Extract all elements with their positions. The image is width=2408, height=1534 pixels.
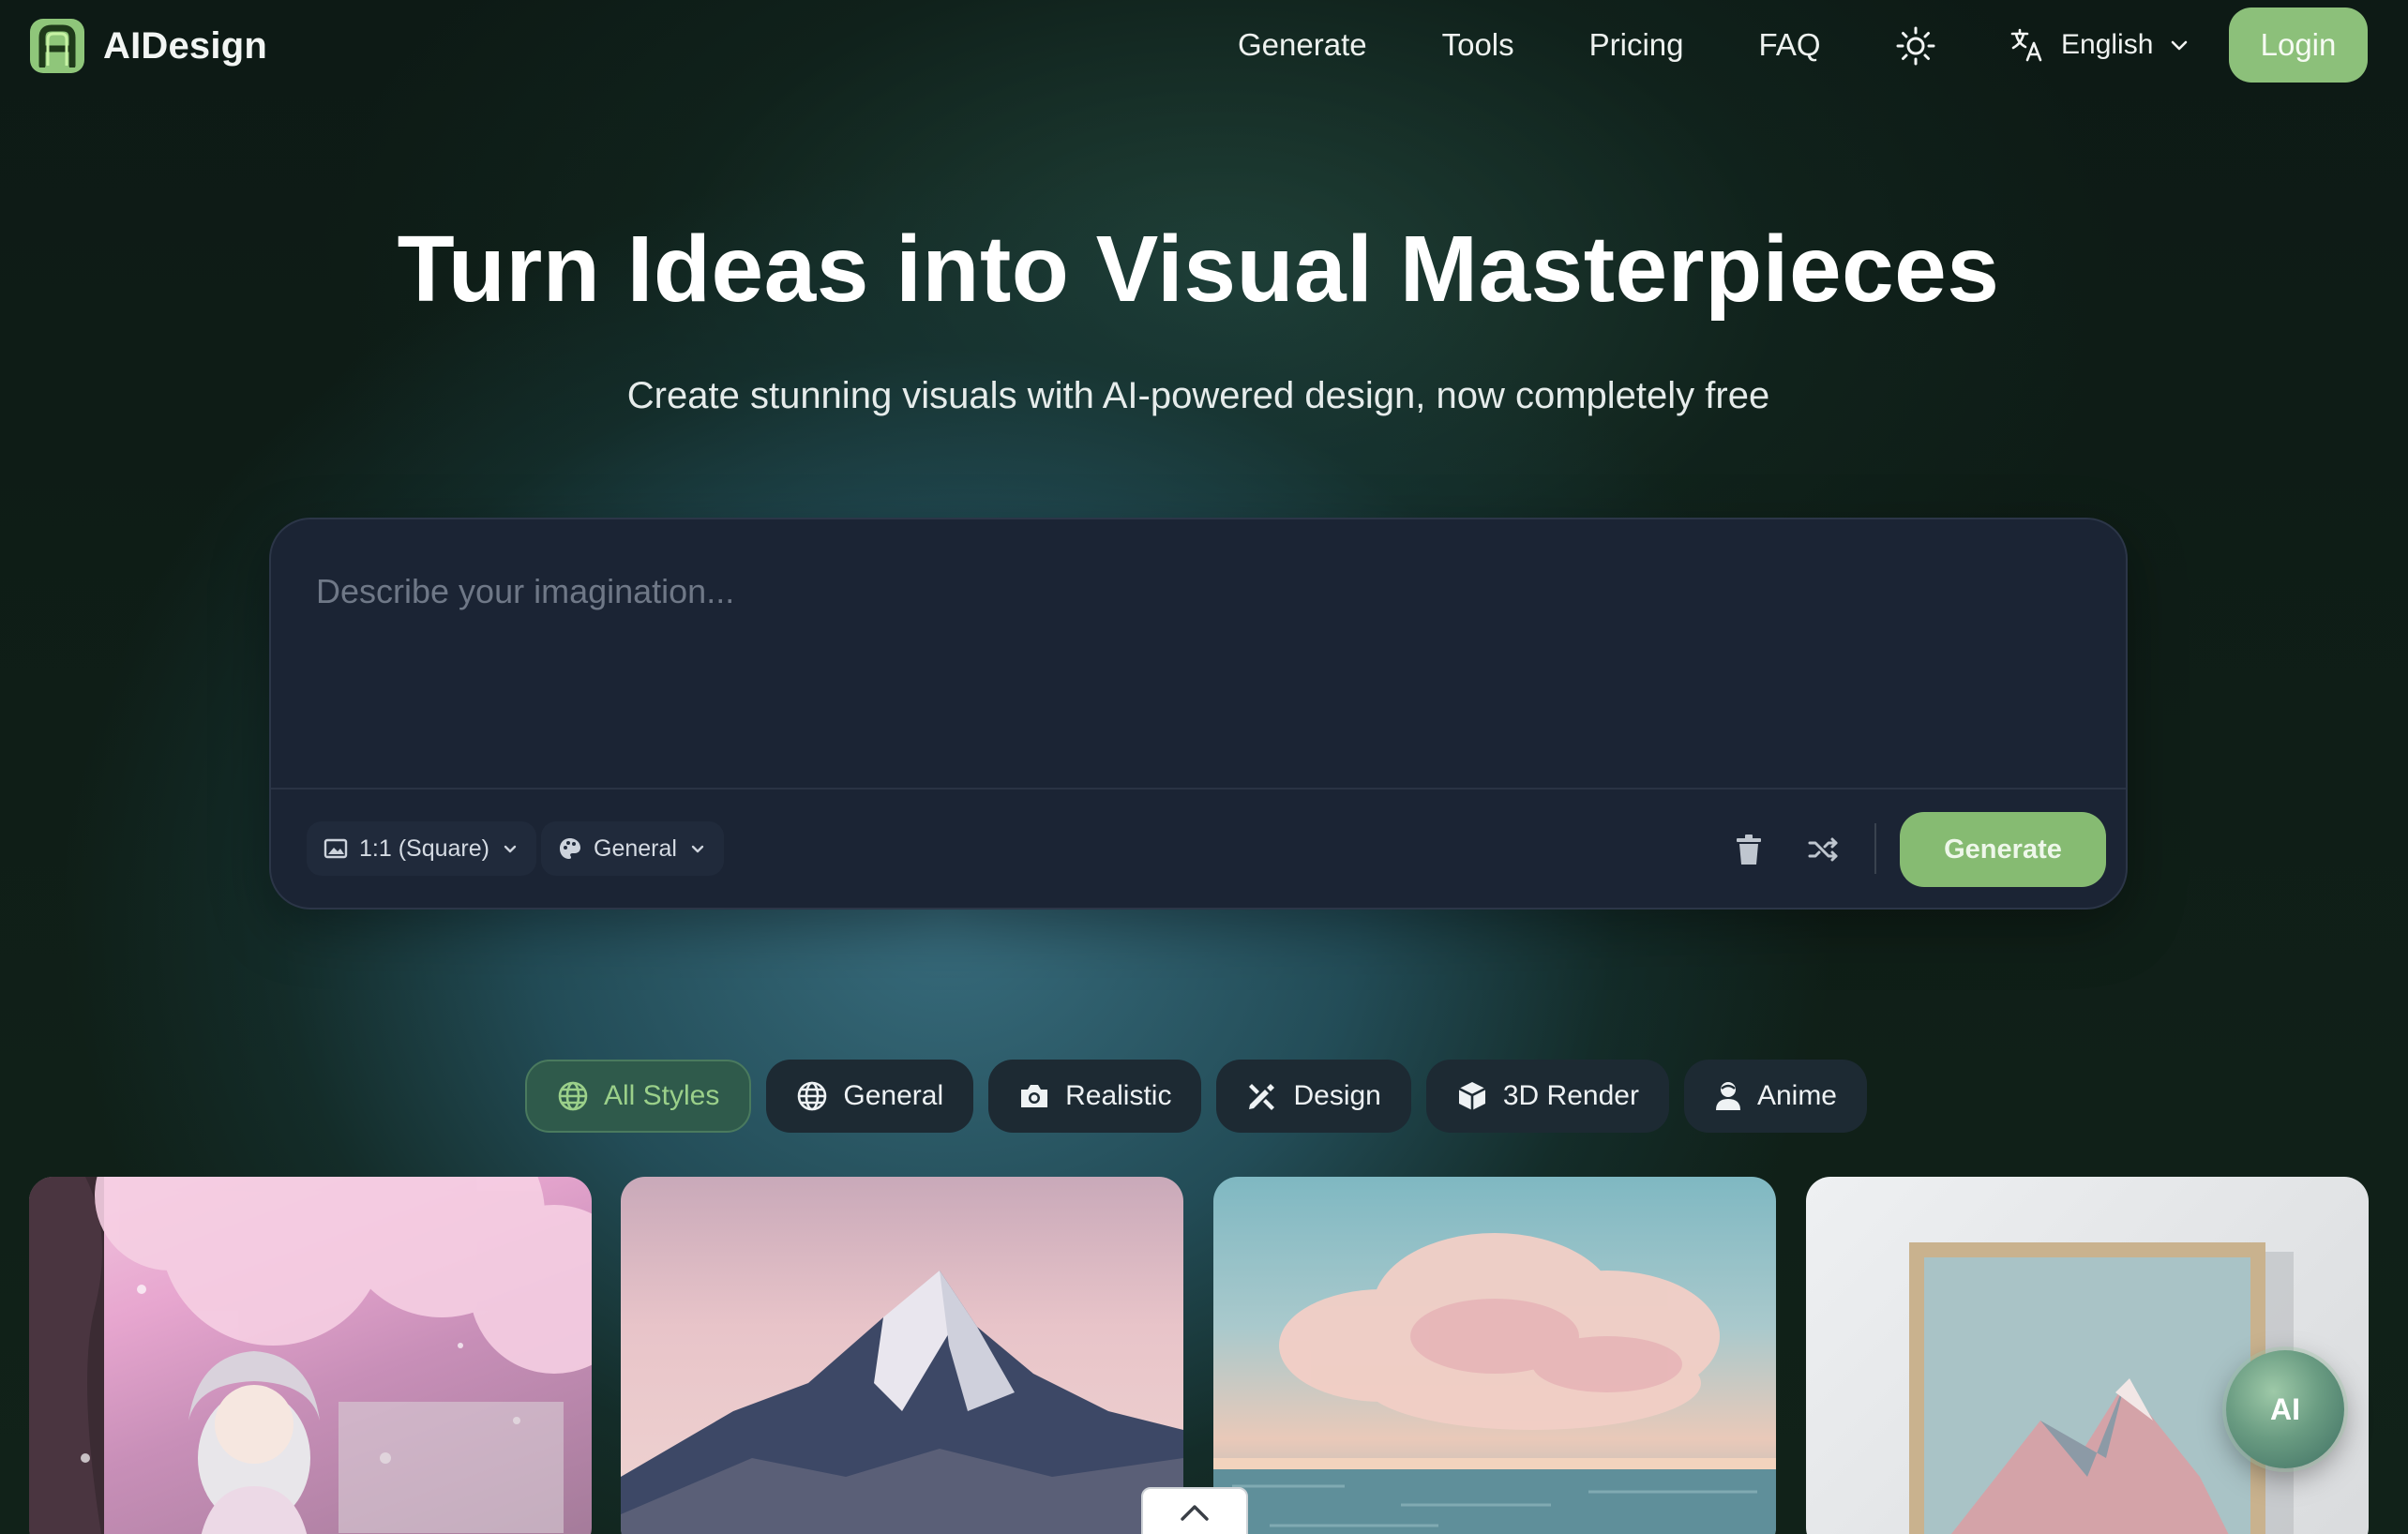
- gallery-card-ocean-clouds[interactable]: [1213, 1177, 1776, 1534]
- chevron-down-icon: [2172, 40, 2188, 51]
- top-nav: AIDesign Generate Tools Pricing FAQ Engl…: [0, 0, 2408, 90]
- gallery-card-mountain-dusk[interactable]: [621, 1177, 1183, 1534]
- nav-link-pricing[interactable]: Pricing: [1589, 27, 1684, 63]
- chevron-down-icon: [504, 845, 517, 853]
- tab-label: Anime: [1756, 1080, 1837, 1111]
- prompt-toolbar: 1:1 (Square) General Generate: [271, 790, 2126, 908]
- chevron-down-icon: [691, 845, 704, 853]
- globe-icon: [798, 1081, 827, 1111]
- tab-anime[interactable]: Anime: [1683, 1060, 1867, 1133]
- gallery-image: [621, 1271, 1183, 1534]
- prompt-input[interactable]: [271, 519, 2126, 788]
- aspect-ratio-label: 1:1 (Square): [359, 835, 489, 862]
- tab-label: Design: [1293, 1080, 1381, 1111]
- theme-toggle-button[interactable]: [1894, 24, 1937, 68]
- tab-design[interactable]: Design: [1216, 1060, 1411, 1133]
- style-label: General: [594, 835, 677, 862]
- tab-label: General: [843, 1080, 944, 1111]
- sun-icon: [1896, 26, 1935, 66]
- translate-icon: [2010, 28, 2042, 62]
- trash-icon: [1737, 835, 1761, 865]
- gallery-image: [1213, 1233, 1776, 1534]
- tab-label: All Styles: [604, 1080, 720, 1111]
- cube-icon: [1458, 1082, 1486, 1110]
- hero-title: Turn Ideas into Visual Masterpieces: [397, 217, 2000, 322]
- brand-name: AIDesign: [103, 24, 267, 67]
- image-icon: [324, 838, 348, 859]
- logo-icon: [30, 19, 84, 73]
- clear-prompt-button[interactable]: [1730, 831, 1768, 868]
- camera-icon: [1021, 1085, 1048, 1107]
- style-select[interactable]: General: [541, 821, 724, 876]
- tab-label: 3D Render: [1502, 1080, 1639, 1111]
- design-tools-icon: [1249, 1084, 1275, 1110]
- brand-logo[interactable]: AIDesign: [30, 19, 267, 73]
- toolbar-separator: [1874, 823, 1876, 874]
- anime-user-icon: [1715, 1082, 1740, 1110]
- nav-link-tools[interactable]: Tools: [1442, 27, 1514, 63]
- login-button[interactable]: Login: [2229, 8, 2368, 83]
- chevron-up-icon: [1181, 1505, 1209, 1521]
- hero-subtitle: Create stunning visuals with AI-powered …: [626, 375, 1770, 416]
- gallery-card-anime-blossom[interactable]: [29, 1177, 592, 1534]
- scroll-to-top-button[interactable]: [1141, 1487, 1248, 1534]
- logo-letter-icon: [38, 24, 76, 68]
- globe-icon: [558, 1081, 588, 1111]
- aspect-ratio-select[interactable]: 1:1 (Square): [307, 821, 536, 876]
- tab-realistic[interactable]: Realistic: [988, 1060, 1202, 1133]
- style-tabs: All Styles General Realistic Design 3D R…: [525, 1060, 1867, 1133]
- tab-all-styles[interactable]: All Styles: [525, 1060, 752, 1133]
- nav-link-generate[interactable]: Generate: [1238, 27, 1367, 63]
- gallery-image: [29, 1177, 592, 1534]
- ai-assistant-button[interactable]: AI: [2226, 1350, 2344, 1468]
- nav-link-faq[interactable]: FAQ: [1759, 27, 1821, 63]
- language-label: English: [2061, 29, 2154, 60]
- random-prompt-button[interactable]: [1805, 831, 1843, 868]
- tab-label: Realistic: [1065, 1080, 1172, 1111]
- language-selector[interactable]: English: [2009, 21, 2190, 69]
- palette-icon: [560, 838, 580, 859]
- shuffle-icon: [1808, 837, 1838, 862]
- tab-general[interactable]: General: [766, 1060, 974, 1133]
- nav-links: Generate Tools Pricing FAQ: [1238, 0, 1896, 90]
- generate-button[interactable]: Generate: [1900, 812, 2106, 887]
- prompt-box: 1:1 (Square) General: [269, 518, 2128, 910]
- tab-3d-render[interactable]: 3D Render: [1425, 1060, 1669, 1133]
